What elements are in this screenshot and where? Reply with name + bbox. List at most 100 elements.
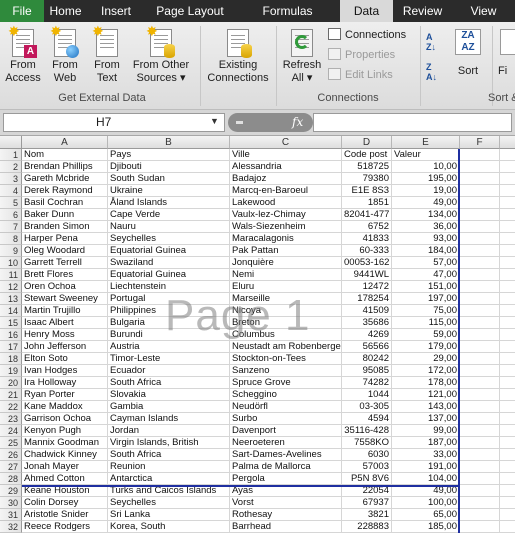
table-cell[interactable]: Surbo [230,413,342,425]
table-cell[interactable] [460,449,500,461]
table-cell[interactable]: Pergola [230,473,342,485]
table-cell[interactable]: 41509 [342,305,392,317]
table-cell[interactable]: 49,00 [392,197,460,209]
table-cell[interactable] [460,257,500,269]
table-cell[interactable]: 57,00 [392,257,460,269]
table-cell[interactable]: 74282 [342,377,392,389]
table-cell[interactable]: Derek Raymond [22,185,108,197]
row-header[interactable]: 25 [0,437,22,449]
table-cell[interactable]: 179,00 [392,341,460,353]
table-cell[interactable]: Isaac Albert [22,317,108,329]
table-cell[interactable]: 228883 [342,521,392,533]
table-cell[interactable]: 1044 [342,389,392,401]
table-cell[interactable]: Garrison Ochoa [22,413,108,425]
table-cell[interactable]: Sanzeno [230,365,342,377]
table-cell[interactable]: South Africa [108,377,230,389]
table-cell[interactable]: Scheggino [230,389,342,401]
table-cell[interactable]: Wals-Siezenheim [230,221,342,233]
table-cell[interactable]: Brendan Phillips [22,161,108,173]
table-cell[interactable] [500,497,515,509]
table-cell[interactable]: Barrhead [230,521,342,533]
table-cell[interactable]: Kane Maddox [22,401,108,413]
table-cell[interactable] [460,389,500,401]
table-cell[interactable] [460,173,500,185]
table-cell[interactable]: Åland Islands [108,197,230,209]
table-cell[interactable]: 195,00 [392,173,460,185]
table-cell[interactable]: Basil Cochran [22,197,108,209]
table-cell[interactable]: Bulgaria [108,317,230,329]
connections-button[interactable]: Connections [328,27,406,43]
table-cell[interactable] [500,305,515,317]
table-cell[interactable]: Mannix Goodman [22,437,108,449]
table-cell[interactable]: Nemi [230,269,342,281]
table-cell[interactable]: Burundi [108,329,230,341]
table-cell[interactable] [460,521,500,533]
table-cell[interactable]: 47,00 [392,269,460,281]
table-cell[interactable]: Breton [230,317,342,329]
table-cell[interactable] [500,197,515,209]
column-header-a[interactable]: A [22,136,108,149]
table-cell[interactable]: Timor-Leste [108,353,230,365]
row-header[interactable]: 20 [0,377,22,389]
table-cell[interactable]: 4269 [342,329,392,341]
table-cell[interactable]: Henry Moss [22,329,108,341]
filter-button[interactable]: Fi [498,26,515,78]
table-cell[interactable]: 121,00 [392,389,460,401]
table-cell[interactable]: 60-333 [342,245,392,257]
table-cell[interactable]: Ivan Hodges [22,365,108,377]
table-cell[interactable]: E1E 8S3 [342,185,392,197]
header-cell[interactable] [460,149,500,161]
table-cell[interactable]: Harper Pena [22,233,108,245]
column-header-g[interactable]: G [500,136,515,149]
table-cell[interactable]: Seychelles [108,233,230,245]
from-web-button[interactable]: ✸ From Web [46,24,84,85]
table-cell[interactable] [460,161,500,173]
table-cell[interactable]: 3821 [342,509,392,521]
table-cell[interactable]: Jordan [108,425,230,437]
row-header[interactable]: 11 [0,269,22,281]
column-header-c[interactable]: C [230,136,342,149]
row-header[interactable]: 12 [0,281,22,293]
table-cell[interactable]: 75,00 [392,305,460,317]
table-cell[interactable]: Alessandria [230,161,342,173]
row-header[interactable]: 10 [0,257,22,269]
table-cell[interactable] [500,185,515,197]
table-cell[interactable]: 115,00 [392,317,460,329]
header-cell[interactable]: Pays [108,149,230,161]
table-cell[interactable]: 93,00 [392,233,460,245]
row-header[interactable]: 5 [0,197,22,209]
table-cell[interactable]: Neustadt am Robenberge [230,341,342,353]
sort-button[interactable]: ZA AZ Sort [448,26,488,78]
tab-formulas[interactable]: Formulas [235,0,340,22]
table-cell[interactable] [500,293,515,305]
table-cell[interactable]: Seychelles [108,497,230,509]
table-cell[interactable]: 95085 [342,365,392,377]
sort-a-to-z-button[interactable]: A Z↓ [426,32,436,52]
tab-file[interactable]: File [0,0,44,22]
table-cell[interactable]: 67937 [342,497,392,509]
row-header[interactable]: 14 [0,305,22,317]
table-cell[interactable]: Cayman Islands [108,413,230,425]
table-cell[interactable] [500,425,515,437]
table-cell[interactable]: Equatorial Guinea [108,245,230,257]
table-cell[interactable]: 100,00 [392,497,460,509]
table-cell[interactable] [460,293,500,305]
refresh-all-button[interactable]: Refresh All ▾ [280,26,324,85]
table-cell[interactable]: Nicoya [230,305,342,317]
table-cell[interactable]: 19,00 [392,185,460,197]
table-cell[interactable]: Oren Ochoa [22,281,108,293]
table-cell[interactable]: Columbus [230,329,342,341]
table-cell[interactable]: Kenyon Pugh [22,425,108,437]
table-cell[interactable] [500,221,515,233]
table-cell[interactable]: 9441WL [342,269,392,281]
table-cell[interactable]: Vaulx-lez-Chimay [230,209,342,221]
from-access-button[interactable]: ✸ A From Access [4,24,42,85]
table-cell[interactable]: 178254 [342,293,392,305]
row-header[interactable]: 22 [0,401,22,413]
table-cell[interactable]: 151,00 [392,281,460,293]
from-other-sources-button[interactable]: ✸ From Other Sources ▾ [128,24,194,85]
table-cell[interactable] [460,425,500,437]
row-header[interactable]: 23 [0,413,22,425]
table-cell[interactable]: Gambia [108,401,230,413]
table-cell[interactable] [460,197,500,209]
